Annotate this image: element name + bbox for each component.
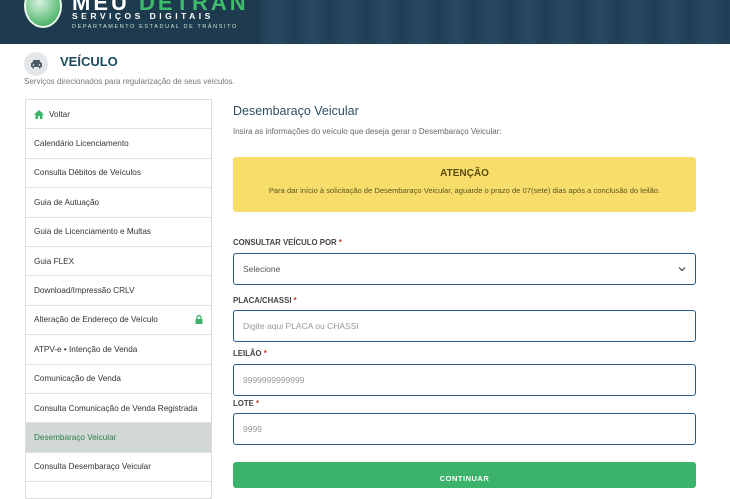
sidebar-item-label: Guia de Autuação [34,197,100,207]
sidebar-item-guia-licenciamento[interactable]: Guia de Licenciamento e Multas [26,218,211,247]
sidebar-item-calendario[interactable]: Calendário Licenciamento [26,129,211,159]
sidebar-item-comunicacao-venda[interactable]: Comunicação de Venda [26,365,211,394]
sidebar-item-label: Guia FLEX [34,256,75,266]
sidebar-item-desembaraco[interactable]: Desembaraço Veicular [26,423,211,453]
brand-department: DEPARTAMENTO ESTADUAL DE TRÂNSITO [72,24,238,30]
sidebar-item-label: Consulta Desembaraço Veicular [34,462,151,472]
consultar-select[interactable]: Selecione [233,253,696,285]
section-title: VEÍCULO [60,54,118,69]
sidebar-item-label: Download/Impressão CRLV [34,286,135,296]
brand-logo-icon[interactable] [24,0,62,28]
page-subtitle: Insira as informações do veículo que des… [233,127,502,136]
lote-placeholder: 9999 [243,424,262,434]
sidebar-item-label: Alteração de Endereço de Veículo [34,315,158,325]
alert-text: Para dar início à solicitação de Desemba… [268,186,661,195]
placa-label: PLACA/CHASSI * [233,296,297,305]
consultar-label: CONSULTAR VEÍCULO POR * [233,238,342,247]
sidebar-item-label: ATPV-e • Intenção de Venda [34,344,138,354]
leilao-label: LEILÃO * [233,349,267,358]
top-banner: MEU DETRAN SERVIÇOS DIGITAIS DEPARTAMENT… [0,0,730,44]
sidebar-item-crlv[interactable]: Download/Impressão CRLV [26,276,211,306]
section-description: Serviços direcionados para regularização… [24,77,235,86]
sidebar-item-label: Calendário Licenciamento [34,139,129,149]
page-title: Desembaraço Veicular [233,104,359,118]
sidebar-item-consulta-comunicacao[interactable]: Consulta Comunicação de Venda Registrada [26,394,211,424]
placa-chassi-input[interactable]: Digite aqui PLACA ou CHASSI [233,310,696,342]
home-icon [34,109,44,119]
sidebar-item-alteracao-endereco[interactable]: Alteração de Endereço de Veículo [26,306,211,336]
sidebar-item-label: Desembaraço Veicular [34,432,117,442]
banner-background [260,0,730,44]
lote-input[interactable]: 9999 [233,413,696,445]
leilao-input[interactable]: 9999999999999 [233,364,696,396]
sidebar-item-label: Comunicação de Venda [34,374,121,384]
sidebar-item-debitos[interactable]: Consulta Débitos de Veículos [26,159,211,189]
main-content: Desembaraço Veicular Insira as informaçõ… [233,104,696,488]
brand-subtitle: SERVIÇOS DIGITAIS [72,11,214,21]
sidebar-item-label: Consulta Comunicação de Venda Registrada [34,403,198,413]
sidebar-item-label: Guia de Licenciamento e Multas [34,227,151,237]
sidebar-item-guia-flex[interactable]: Guia FLEX [26,247,211,277]
lock-icon [195,314,203,326]
car-icon [24,52,48,76]
alert-title: ATENÇÃO [440,168,489,179]
attention-alert: ATENÇÃO Para dar início à solicitação de… [233,157,696,212]
sidebar-menu: Voltar Calendário Licenciamento Consulta… [25,99,212,499]
placa-placeholder: Digite aqui PLACA ou CHASSI [243,321,359,331]
consultar-select-value: Selecione [243,264,281,274]
sidebar-item-label: Consulta Débitos de Veículos [34,168,141,178]
sidebar-item-guia-autuacao[interactable]: Guia de Autuação [26,188,211,218]
leilao-placeholder: 9999999999999 [243,375,305,385]
sidebar-item-label: Voltar [49,109,70,119]
continuar-button[interactable]: CONTINUAR [233,462,696,488]
sidebar-item-atpv[interactable]: ATPV-e • Intenção de Venda [26,335,211,365]
lote-label: LOTE * [233,399,260,408]
sidebar-item-voltar[interactable]: Voltar [26,100,211,130]
chevron-down-icon [678,264,686,274]
sidebar-item-consulta-desembaraco[interactable]: Consulta Desembaraço Veicular [26,453,211,483]
